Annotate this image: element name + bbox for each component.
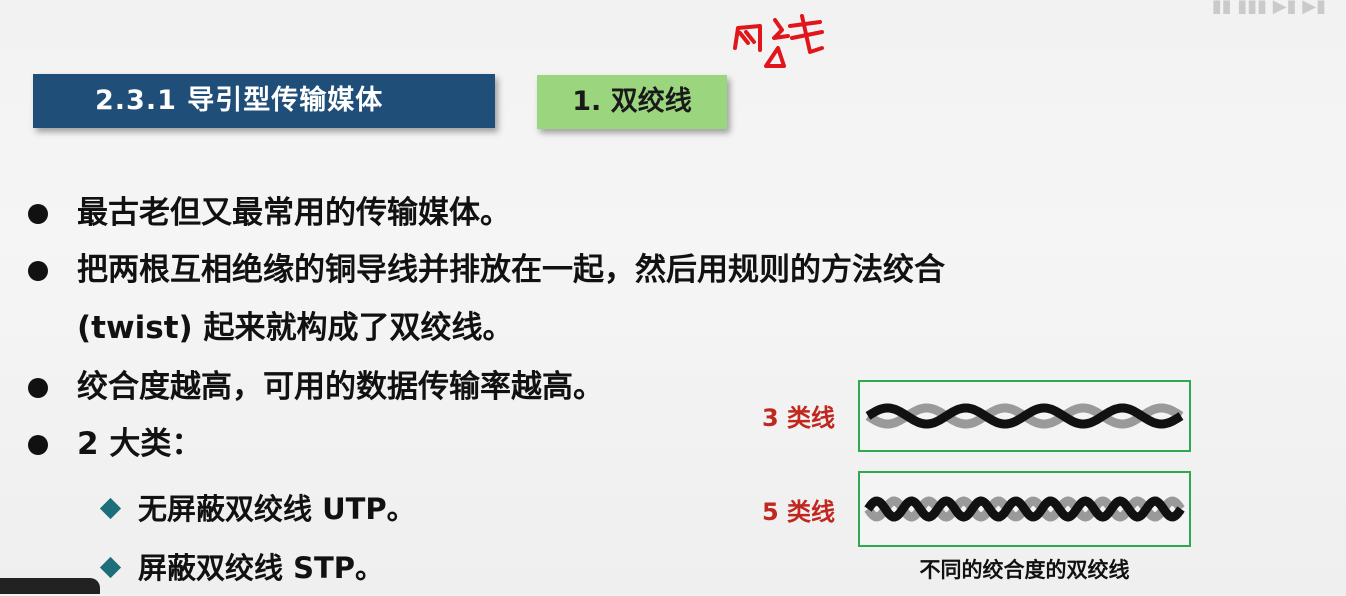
sub-item-text: 无屏蔽双绞线 UTP。 xyxy=(138,492,416,526)
diamond-bullet-icon xyxy=(99,556,122,579)
cat3-cable-panel xyxy=(858,380,1191,452)
handwritten-note-wang-xian xyxy=(733,14,824,68)
cat5-twisted-pair-image xyxy=(864,496,1185,522)
cat3-twisted-pair-image xyxy=(865,403,1184,429)
bullet-text: 最古老但又最常用的传输媒体。 xyxy=(77,195,511,231)
cat5-cable-panel xyxy=(858,471,1191,547)
section-heading-tag: 2.3.1 导引型传输媒体 xyxy=(33,74,495,128)
bullet-dot-icon xyxy=(28,204,48,224)
cat5-label: 5 类线 xyxy=(762,498,836,526)
sub-item-text: 屏蔽双绞线 STP。 xyxy=(138,551,385,585)
bullet-text: 2 大类： xyxy=(77,426,203,462)
bullet-dot-icon xyxy=(28,435,48,455)
bullet-text: 绞合度越高，可用的数据传输率越高。 xyxy=(77,369,604,405)
bullet-text-line2: (twist) 起来就构成了双绞线。 xyxy=(77,310,514,346)
diamond-bullet-icon xyxy=(99,497,122,520)
video-watermark: ▮▮ ▮▮▮ ▶▮ ▶▮ xyxy=(1211,0,1326,14)
bullet-text-line1: 把两根互相绝缘的铜导线并排放在一起，然后用规则的方法绞合 xyxy=(77,252,945,288)
topic-heading-tag: 1. 双绞线 xyxy=(537,75,727,129)
player-control-corner xyxy=(0,578,100,594)
bullet-dot-icon xyxy=(28,378,48,398)
cat3-label: 3 类线 xyxy=(762,404,836,432)
figure-caption: 不同的绞合度的双绞线 xyxy=(919,558,1130,582)
bullet-dot-icon xyxy=(28,261,48,281)
